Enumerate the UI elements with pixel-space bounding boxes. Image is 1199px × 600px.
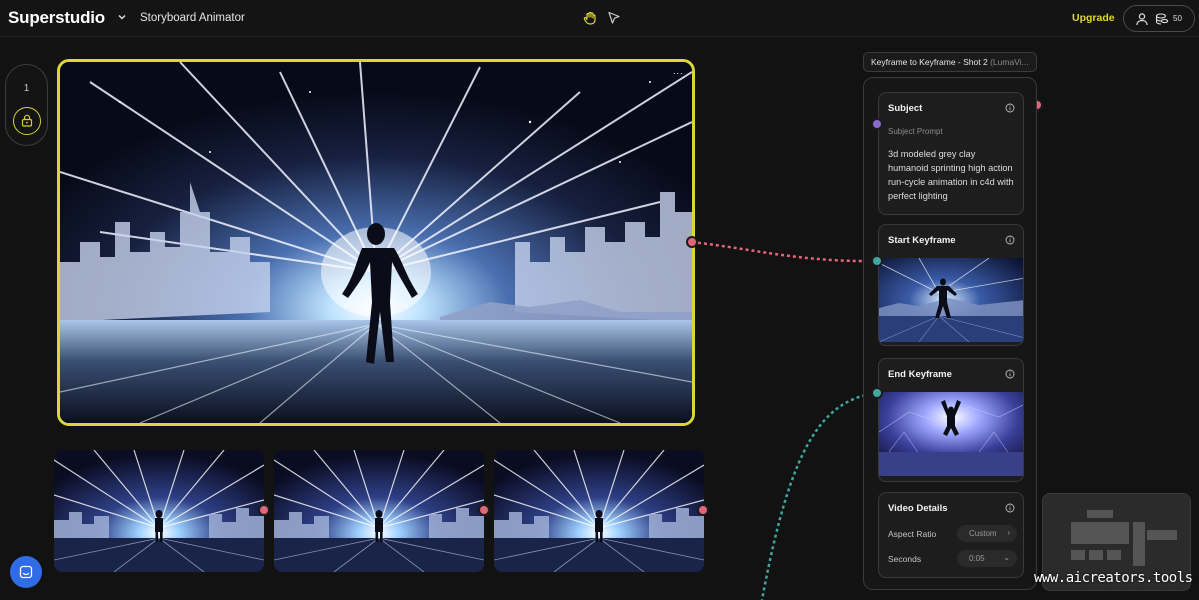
minimap-block [1071, 522, 1129, 544]
thumbnail-1[interactable] [54, 450, 264, 572]
account-pill[interactable]: 50 [1123, 5, 1195, 32]
shot-number[interactable]: 1 [6, 83, 47, 94]
node-title[interactable]: Keyframe to Keyframe - Shot 2 (LumaVi... [863, 52, 1037, 72]
minimap-block [1087, 510, 1113, 518]
minimap-block [1089, 550, 1103, 560]
chat-icon [19, 565, 33, 579]
thumbnail-2[interactable] [274, 450, 484, 572]
start-keyframe-image[interactable] [879, 258, 1024, 342]
minimap-block [1107, 550, 1121, 560]
main-output-port[interactable] [686, 236, 698, 248]
upgrade-link[interactable]: Upgrade [1072, 12, 1115, 24]
thumbnail-2-port[interactable] [478, 504, 490, 516]
end-keyframe-card: End Keyframe [878, 358, 1024, 482]
seconds-value: 0:05 [969, 554, 985, 563]
lock-button[interactable] [13, 107, 41, 135]
frame-menu-button[interactable]: ... [673, 66, 684, 76]
start-keyframe-input-port[interactable] [871, 255, 883, 267]
coins-icon [1155, 13, 1169, 25]
seconds-select[interactable]: 0:05 ⌄ [957, 550, 1017, 567]
info-icon[interactable] [1005, 503, 1015, 513]
aspect-ratio-value: Custom [969, 529, 997, 538]
minimap-block [1147, 530, 1177, 540]
end-keyframe-input-port[interactable] [871, 387, 883, 399]
subject-input-port[interactable] [871, 118, 883, 130]
pointer-icon[interactable] [606, 10, 622, 26]
thumbnail-1-port[interactable] [258, 504, 270, 516]
main-frame-image [60, 62, 692, 423]
start-keyframe-title: Start Keyframe [888, 235, 956, 246]
info-icon[interactable] [1005, 369, 1015, 379]
minimap-block [1133, 522, 1145, 566]
seconds-label: Seconds [888, 554, 922, 564]
node-model-label: (LumaVi... [990, 57, 1029, 67]
thumbnail-image [274, 450, 484, 572]
subject-prompt-label: Subject Prompt [888, 127, 943, 136]
subject-title: Subject [888, 103, 923, 114]
aspect-ratio-select[interactable]: Custom › [957, 525, 1017, 542]
info-icon[interactable] [1005, 235, 1015, 245]
aspect-ratio-label: Aspect Ratio [888, 529, 937, 539]
chevron-down-icon[interactable] [116, 11, 128, 23]
keyframe-node: Subject Subject Prompt 3d modeled grey c… [863, 77, 1037, 590]
end-keyframe-image[interactable] [879, 392, 1024, 476]
hand-icon[interactable] [582, 10, 598, 26]
end-keyframe-title: End Keyframe [888, 369, 952, 380]
watermark: www.aicreators.tools [1034, 570, 1193, 586]
credits-count: 50 [1173, 14, 1182, 23]
info-icon[interactable] [1005, 103, 1015, 113]
main-storyboard-frame[interactable] [57, 59, 695, 426]
top-bar: Superstudio Storyboard Animator Upgrade … [0, 0, 1199, 37]
minimap-block [1071, 550, 1085, 560]
thumbnail-image [54, 450, 264, 572]
video-details-card: Video Details Aspect Ratio Custom › Seco… [878, 492, 1024, 578]
video-details-title: Video Details [888, 503, 948, 514]
thumbnail-image [494, 450, 704, 572]
project-title[interactable]: Storyboard Animator [140, 12, 245, 24]
brand-logo[interactable]: Superstudio [8, 8, 105, 28]
lock-icon [21, 114, 33, 127]
subject-prompt-text[interactable]: 3d modeled grey clay humanoid sprinting … [888, 147, 1018, 203]
shot-rail: 1 [5, 64, 48, 146]
subject-card: Subject Subject Prompt 3d modeled grey c… [878, 92, 1024, 215]
connection-end-keyframe [760, 391, 878, 600]
user-icon[interactable] [1135, 12, 1149, 26]
thumbnail-3[interactable] [494, 450, 704, 572]
chat-button[interactable] [10, 556, 42, 588]
node-title-text: Keyframe to Keyframe - Shot 2 [871, 57, 988, 67]
chevron-down-icon: ⌄ [1003, 553, 1010, 562]
start-keyframe-card: Start Keyframe [878, 224, 1024, 346]
thumbnail-3-port[interactable] [697, 504, 709, 516]
connection-main-to-start [691, 240, 878, 263]
chevron-right-icon: › [1007, 528, 1010, 537]
